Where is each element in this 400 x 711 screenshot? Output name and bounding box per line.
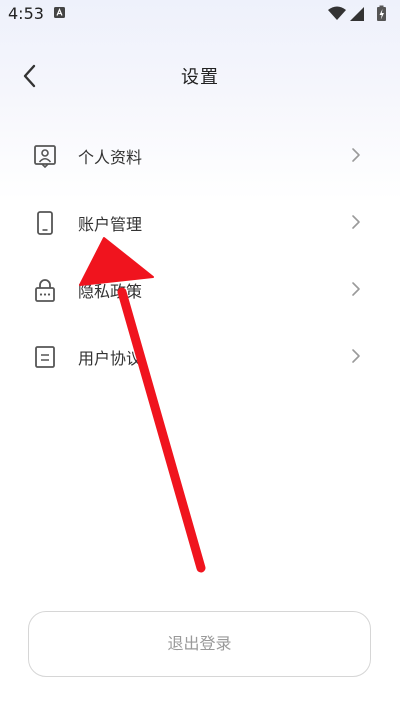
chevron-right-icon xyxy=(352,215,360,229)
status-time: 4:53 xyxy=(8,4,44,23)
lock-icon xyxy=(35,279,55,302)
menu-item-privacy[interactable]: 隐私政策 xyxy=(0,256,400,323)
menu-item-label: 隐私政策 xyxy=(78,282,143,301)
header-bar: 设置 xyxy=(0,52,400,98)
logout-button[interactable]: 退出登录 xyxy=(28,611,371,677)
menu-item-agreement[interactable]: 用户协议 xyxy=(0,323,400,390)
menu-item-label: 账户管理 xyxy=(78,215,143,234)
page-title: 设置 xyxy=(181,67,219,88)
wifi-icon xyxy=(328,6,346,20)
chevron-right-icon xyxy=(352,148,360,162)
chevron-right-icon xyxy=(352,349,360,363)
battery-charging-icon xyxy=(377,5,386,21)
phone-account-icon xyxy=(37,211,53,235)
menu-item-label: 用户协议 xyxy=(78,349,143,368)
menu-item-label: 个人资料 xyxy=(78,148,143,167)
chevron-right-icon xyxy=(352,282,360,296)
menu-item-account[interactable]: 账户管理 xyxy=(0,189,400,256)
signal-icon xyxy=(350,7,364,21)
status-icons xyxy=(328,5,386,21)
document-icon xyxy=(35,346,55,368)
menu-item-profile[interactable]: 个人资料 xyxy=(0,122,400,189)
accessibility-notification-icon xyxy=(54,7,65,18)
status-bar: 4:53 xyxy=(0,0,400,28)
settings-menu: 个人资料 账户管理 隐私政策 用户协议 xyxy=(0,122,400,390)
profile-card-icon xyxy=(34,145,56,168)
